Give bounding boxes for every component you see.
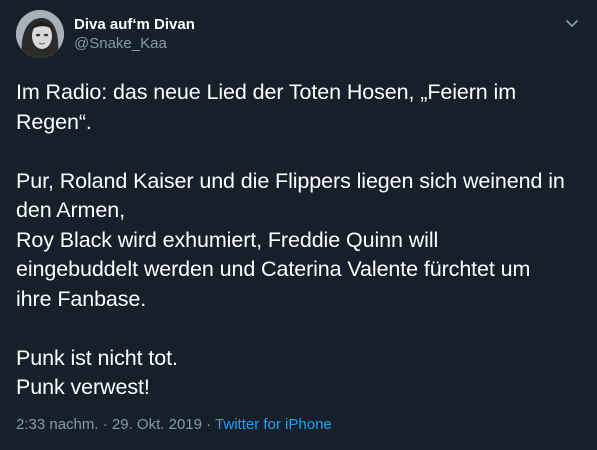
user-names: Diva auf‘m Divan @Snake_Kaa: [74, 16, 195, 53]
tweet-line: Pur, Roland Kaiser und die Flippers lieg…: [16, 168, 565, 193]
tweet-line: Punk verwest!: [16, 375, 150, 399]
tweet-meta: 2:33 nachm. · 29. Okt. 2019 · Twitter fo…: [16, 416, 332, 434]
meta-separator: ·: [98, 416, 112, 433]
meta-separator: ·: [201, 416, 216, 433]
tweet-text: Im Radio: das neue Lied der Toten Hosen,…: [16, 78, 581, 403]
tweet-line: Im Radio: das neue Lied der Toten Hosen,…: [16, 80, 517, 104]
tweet-card: Diva auf‘m Divan @Snake_Kaa Im Radio: da…: [0, 0, 597, 450]
tweet-line: ihre Fanbase.: [16, 286, 147, 311]
tweet-line: Regen“.: [16, 109, 92, 134]
tweet-line: Punk ist nicht tot.: [16, 345, 178, 370]
tweet-line: eingebuddelt werden und Caterina Valente…: [16, 257, 531, 281]
chevron-down-icon[interactable]: [563, 14, 581, 32]
tweet-date[interactable]: 29. Okt. 2019: [112, 416, 202, 433]
tweet-time[interactable]: 2:33 nachm.: [16, 416, 99, 433]
display-name[interactable]: Diva auf‘m Divan: [74, 16, 195, 34]
tweet-header: Diva auf‘m Divan @Snake_Kaa: [16, 10, 581, 65]
tweet-line: den Armen,: [16, 198, 125, 222]
avatar[interactable]: [16, 10, 64, 58]
avatar-image: [16, 10, 64, 58]
user-handle[interactable]: @Snake_Kaa: [74, 34, 195, 53]
tweet-source-link[interactable]: Twitter for iPhone: [215, 416, 332, 433]
tweet-line: Roy Black wird exhumiert, Freddie Quinn …: [16, 227, 439, 252]
